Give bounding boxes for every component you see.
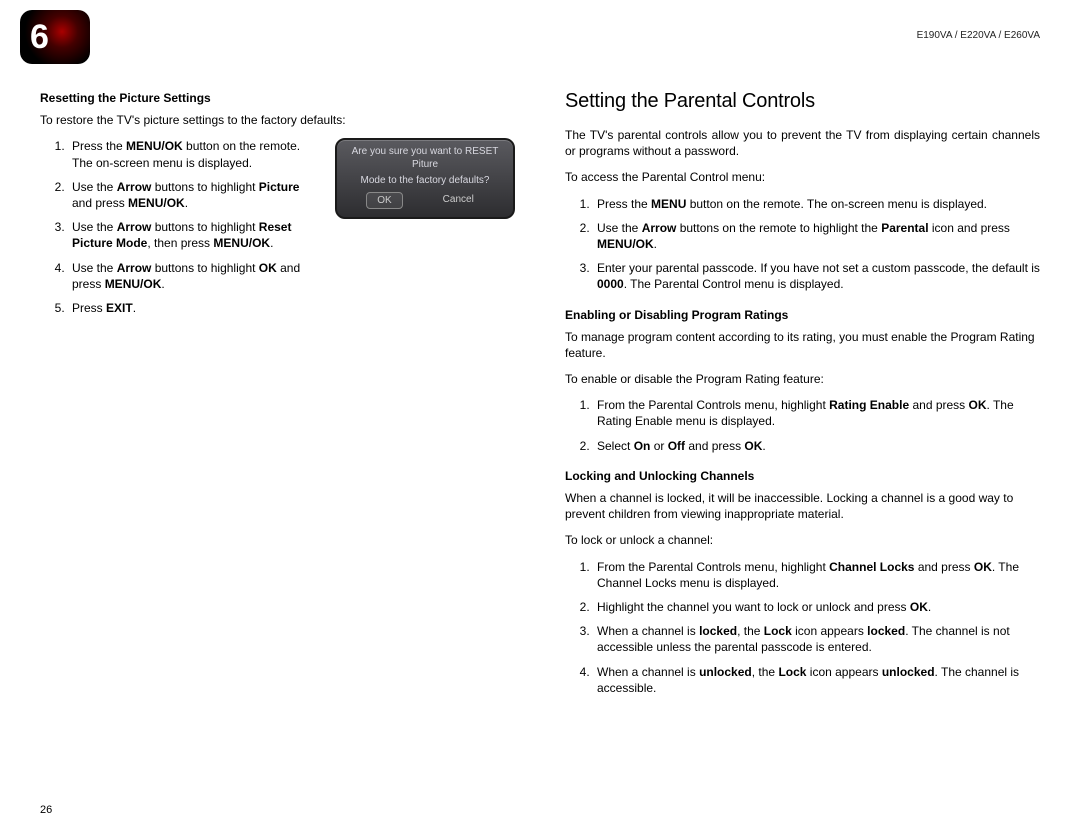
manual-page: 6 E190VA / E220VA / E260VA Resetting the… — [0, 0, 1080, 834]
list-item: When a channel is locked, the Lock icon … — [593, 623, 1040, 655]
subhead-lock-channels: Locking and Unlocking Channels — [565, 468, 1040, 484]
dialog-message-line1: Are you sure you want to RESET Piture — [341, 146, 509, 171]
list-item: Use the Arrow buttons on the remote to h… — [593, 220, 1040, 252]
reset-picture-intro: To restore the TV's picture settings to … — [40, 112, 515, 128]
reset-steps-wrap: Press the MENU/OK button on the remote. … — [40, 138, 319, 330]
list-item: Highlight the channel you want to lock o… — [593, 599, 1040, 615]
dialog-ok-button: OK — [366, 192, 402, 209]
dialog-cancel-button: Cancel — [433, 192, 484, 209]
access-parental-steps: Press the MENU button on the remote. The… — [565, 196, 1040, 293]
list-item: Use the Arrow buttons to highlight OK an… — [68, 260, 319, 292]
list-item: Use the Arrow buttons to highlight Pictu… — [68, 179, 319, 211]
reset-steps-and-dialog: Press the MENU/OK button on the remote. … — [40, 138, 515, 330]
list-item: Press EXIT. — [68, 300, 319, 316]
list-item: Press the MENU button on the remote. The… — [593, 196, 1040, 212]
subhead-program-ratings: Enabling or Disabling Program Ratings — [565, 307, 1040, 323]
left-column: Resetting the Picture Settings To restor… — [40, 90, 515, 710]
section-title-parental: Setting the Parental Controls — [565, 90, 1040, 113]
parental-intro: The TV's parental controls allow you to … — [565, 127, 1040, 159]
list-item: Enter your parental passcode. If you hav… — [593, 260, 1040, 292]
lock-steps: From the Parental Controls menu, highlig… — [565, 559, 1040, 696]
list-item: Use the Arrow buttons to highlight Reset… — [68, 219, 319, 251]
chapter-number: 6 — [30, 18, 49, 57]
chapter-tab: 6 — [20, 10, 90, 64]
confirm-reset-dialog: Are you sure you want to RESET Piture Mo… — [335, 138, 515, 219]
dialog-buttons: OK Cancel — [341, 192, 509, 209]
ratings-steps: From the Parental Controls menu, highlig… — [565, 397, 1040, 454]
list-item: When a channel is unlocked, the Lock ico… — [593, 664, 1040, 696]
list-item: Select On or Off and press OK. — [593, 438, 1040, 454]
ratings-p1: To manage program content according to i… — [565, 329, 1040, 361]
two-column-layout: Resetting the Picture Settings To restor… — [40, 90, 1040, 710]
subhead-reset-picture: Resetting the Picture Settings — [40, 90, 515, 106]
ratings-p2: To enable or disable the Program Rating … — [565, 371, 1040, 387]
dialog-message-line2: Mode to the factory defaults? — [341, 175, 509, 188]
list-item: From the Parental Controls menu, highlig… — [593, 397, 1040, 429]
page-number: 26 — [40, 804, 52, 816]
lock-p1: When a channel is locked, it will be ina… — [565, 490, 1040, 522]
reset-picture-steps: Press the MENU/OK button on the remote. … — [40, 138, 319, 316]
tv-dialog-screenshot: Are you sure you want to RESET Piture Mo… — [335, 138, 515, 219]
list-item: From the Parental Controls menu, highlig… — [593, 559, 1040, 591]
list-item: Press the MENU/OK button on the remote. … — [68, 138, 319, 170]
lock-p2: To lock or unlock a channel: — [565, 532, 1040, 548]
access-intro: To access the Parental Control menu: — [565, 169, 1040, 185]
model-label: E190VA / E220VA / E260VA — [917, 30, 1040, 41]
right-column: Setting the Parental Controls The TV's p… — [565, 90, 1040, 710]
